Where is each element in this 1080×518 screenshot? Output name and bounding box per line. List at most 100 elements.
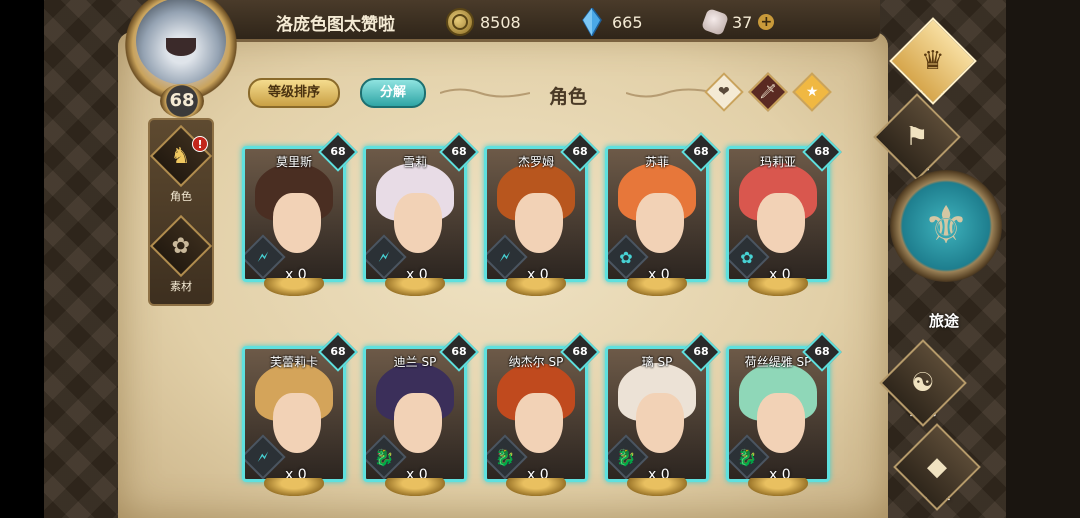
element-glyph: ✿ (740, 247, 754, 267)
material-icon: ✿ (149, 214, 213, 278)
element-glyph: 🗲 (378, 247, 390, 266)
soul-stone-icon (700, 7, 730, 37)
portrait-face (636, 193, 684, 253)
nav-journey-label: 旅途 (928, 312, 959, 330)
player-name: 洛庞色图太赞啦 (276, 15, 395, 35)
ornament-left (440, 88, 530, 98)
card-level: 68 (330, 145, 346, 158)
card-portrait-frame: 莫里斯 🗲 x 0 (242, 146, 346, 282)
element-glyph: 🐉 (737, 447, 757, 467)
element-glyph: 🐉 (616, 447, 636, 467)
alert-badge: ! (192, 136, 208, 152)
portrait-face (757, 393, 805, 453)
card-level: 68 (693, 145, 709, 158)
card-level: 68 (572, 345, 588, 358)
nav-material[interactable]: ✿ 素材 (149, 214, 213, 294)
character-card[interactable]: 芙蕾莉卡 🗲 x 0 68 (242, 332, 358, 496)
soul-book-icon: ♛ (889, 17, 977, 105)
nav-soul-endow[interactable]: ☯ 赋魂 (879, 339, 967, 427)
gold-wing-ornament-icon (748, 278, 808, 296)
card-portrait-frame: 苏菲 ✿ x 0 (605, 146, 709, 282)
soul-endow-icon: ☯ (879, 339, 967, 427)
stone-amount: 37 (732, 12, 753, 32)
crystal-resource: 665 (578, 8, 643, 36)
gold-wing-ornament-icon (385, 278, 445, 296)
gold-wing-ornament-icon (627, 278, 687, 296)
portrait-face (757, 193, 805, 253)
gold-wing-ornament-icon (264, 478, 324, 496)
add-stone-button[interactable]: + (758, 14, 775, 30)
market-gem-icon: ◆ (893, 423, 981, 511)
character-icon: ♞ (149, 124, 213, 188)
sword-filter-glyph: 🗡 (759, 84, 777, 100)
card-level: 68 (693, 345, 709, 358)
character-card[interactable]: 荷丝缇雅 SP 🐉 x 0 68 (726, 332, 842, 496)
character-card[interactable]: 杰罗姆 🗲 x 0 68 (484, 132, 600, 296)
left-edge-bar (0, 0, 44, 518)
card-portrait-frame: 雪莉 🗲 x 0 (363, 146, 467, 282)
journey-emblem-icon: ⚜ (890, 170, 1002, 282)
portrait-face (273, 193, 321, 253)
star-filter-glyph: ★ (805, 84, 819, 100)
nav-soul-book[interactable]: ♛ 魂册 (889, 17, 977, 105)
heart-filter-glyph: ❤ (718, 83, 730, 100)
card-level: 68 (330, 345, 346, 358)
nav-guild[interactable]: ⚑ 公会 (873, 93, 961, 181)
card-level: 68 (451, 145, 467, 158)
section-title: 角色 (548, 86, 587, 108)
portrait-face (515, 393, 563, 453)
card-portrait-frame: 荷丝缇雅 SP 🐉 x 0 (726, 346, 830, 482)
crystal-amount: 665 (612, 12, 643, 32)
portrait-face (636, 393, 684, 453)
element-glyph: 🗲 (257, 447, 269, 466)
card-level: 68 (451, 345, 467, 358)
gold-wing-ornament-icon (748, 478, 808, 496)
gold-coin-icon (446, 8, 474, 36)
card-portrait-frame: 璃 SP 🐉 x 0 (605, 346, 709, 482)
character-card[interactable]: 纳杰尔 SP 🐉 x 0 68 (484, 332, 600, 496)
gold-wing-ornament-icon (506, 278, 566, 296)
element-glyph: ✿ (619, 247, 633, 267)
card-portrait-frame: 芙蕾莉卡 🗲 x 0 (242, 346, 346, 482)
card-portrait-frame: 杰罗姆 🗲 x 0 (484, 146, 588, 282)
decompose-button[interactable]: 分解 (360, 78, 426, 108)
element-glyph: 🗲 (499, 247, 511, 266)
character-card[interactable]: 迪兰 SP 🐉 x 0 68 (363, 332, 479, 496)
character-card[interactable]: 莫里斯 🗲 x 0 68 (242, 132, 358, 296)
character-card[interactable]: 璃 SP 🐉 x 0 68 (605, 332, 721, 496)
nav-journey[interactable]: ⚜ 旅途 (886, 170, 1002, 330)
element-glyph: 🗲 (257, 247, 269, 266)
player-level-badge: 68 (160, 84, 204, 118)
portrait-face (273, 393, 321, 453)
nav-market[interactable]: ◆ 市集 (893, 423, 981, 511)
gold-wing-ornament-icon (264, 278, 324, 296)
blue-crystal-icon (578, 8, 606, 36)
gold-resource: 8508 (446, 8, 521, 36)
wolf-avatar-icon (136, 0, 226, 84)
card-level: 68 (814, 345, 830, 358)
nav-character-label: 角色 (170, 190, 192, 203)
gold-amount: 8508 (480, 12, 521, 32)
character-card[interactable]: 苏菲 ✿ x 0 68 (605, 132, 721, 296)
stone-resource: 37 + (700, 7, 775, 37)
right-edge-bar (1006, 0, 1080, 518)
portrait-face (394, 193, 442, 253)
character-card[interactable]: 玛莉亚 ✿ x 0 68 (726, 132, 842, 296)
guild-icon: ⚑ (873, 93, 961, 181)
gold-wing-ornament-icon (385, 478, 445, 496)
portrait-face (394, 393, 442, 453)
character-card[interactable]: 雪莉 🗲 x 0 68 (363, 132, 479, 296)
portrait-face (515, 193, 563, 253)
nav-character[interactable]: ♞ 角色 ! (149, 124, 213, 204)
card-level: 68 (814, 145, 830, 158)
card-portrait-frame: 迪兰 SP 🐉 x 0 (363, 346, 467, 482)
nav-material-label: 素材 (170, 280, 192, 293)
left-nav: ♞ 角色 ! ✿ 素材 (148, 118, 214, 306)
element-glyph: 🐉 (374, 447, 394, 467)
gold-wing-ornament-icon (506, 478, 566, 496)
gold-wing-ornament-icon (627, 478, 687, 496)
card-portrait-frame: 纳杰尔 SP 🐉 x 0 (484, 346, 588, 482)
card-level: 68 (572, 145, 588, 158)
level-sort-button[interactable]: 等级排序 (248, 78, 340, 108)
ornament-right (626, 88, 716, 98)
